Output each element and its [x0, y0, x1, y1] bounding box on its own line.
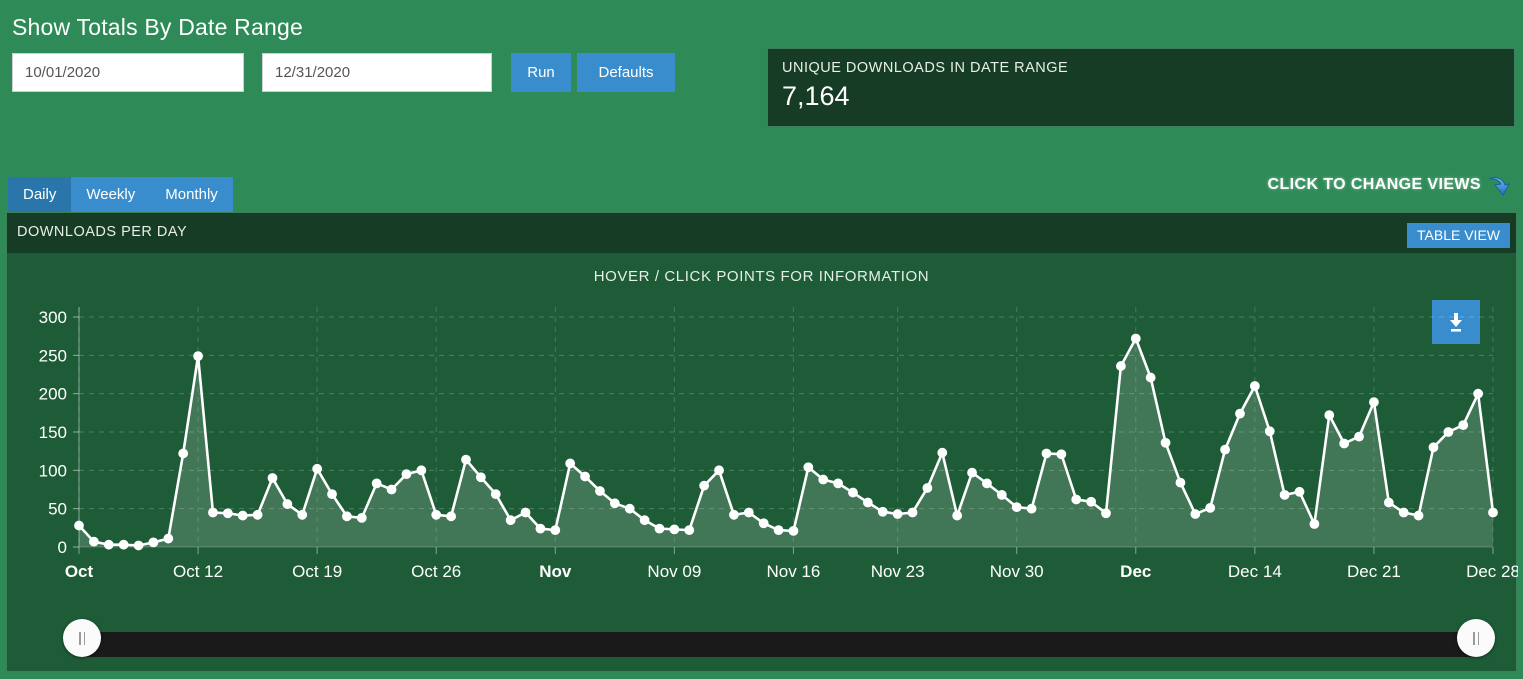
table-view-button[interactable]: TABLE VIEW: [1407, 223, 1510, 248]
svg-text:0: 0: [58, 538, 67, 557]
date-from-input[interactable]: [12, 53, 244, 92]
grip-line: [79, 632, 81, 645]
chart-range-slider[interactable]: [63, 619, 1495, 667]
defaults-button[interactable]: Defaults: [577, 53, 675, 92]
stat-card-label: UNIQUE DOWNLOADS IN DATE RANGE: [782, 60, 1068, 76]
svg-text:Dec 14: Dec 14: [1228, 562, 1282, 581]
downloads-per-day-chart[interactable]: 0 50 100 150 200 250 300 Oct Oct 12 Oct 19 Oct 26 N…: [7, 289, 1518, 629]
grip-line: [84, 632, 86, 645]
svg-text:250: 250: [39, 346, 67, 365]
curved-down-arrow-icon: [1485, 174, 1515, 202]
change-views-hint: CLICK TO CHANGE VIEWS: [1268, 176, 1481, 194]
tab-monthly[interactable]: Monthly: [150, 177, 233, 212]
svg-text:Dec 21: Dec 21: [1347, 562, 1401, 581]
svg-text:300: 300: [39, 308, 67, 327]
svg-text:Dec: Dec: [1120, 562, 1151, 581]
range-slider-handle-right[interactable]: [1457, 619, 1495, 657]
svg-text:Nov: Nov: [539, 562, 572, 581]
view-tab-bar: Daily Weekly Monthly: [8, 177, 233, 212]
chart-title: DOWNLOADS PER DAY: [17, 224, 187, 240]
run-button[interactable]: Run: [511, 53, 571, 92]
svg-text:200: 200: [39, 385, 67, 404]
chart-subtitle: HOVER / CLICK POINTS FOR INFORMATION: [7, 268, 1516, 285]
svg-text:Nov 16: Nov 16: [767, 562, 821, 581]
svg-text:100: 100: [39, 461, 67, 480]
chart-panel: DOWNLOADS PER DAY TABLE VIEW HOVER / CLI…: [6, 212, 1517, 672]
svg-text:150: 150: [39, 423, 67, 442]
svg-text:Nov 23: Nov 23: [871, 562, 925, 581]
date-to-input[interactable]: [262, 53, 492, 92]
svg-text:Dec 28: Dec 28: [1466, 562, 1518, 581]
svg-text:Oct: Oct: [65, 562, 94, 581]
unique-downloads-stat-card: UNIQUE DOWNLOADS IN DATE RANGE 7,164: [767, 48, 1515, 127]
range-slider-track[interactable]: [81, 632, 1477, 657]
svg-text:Oct 26: Oct 26: [411, 562, 461, 581]
tab-daily[interactable]: Daily: [8, 177, 71, 212]
svg-text:50: 50: [48, 500, 67, 519]
stat-card-value: 7,164: [782, 81, 850, 112]
svg-text:Oct 19: Oct 19: [292, 562, 342, 581]
range-slider-handle-left[interactable]: [63, 619, 101, 657]
svg-text:Nov 09: Nov 09: [647, 562, 701, 581]
tab-weekly[interactable]: Weekly: [71, 177, 150, 212]
chart-panel-header: DOWNLOADS PER DAY TABLE VIEW: [7, 213, 1516, 253]
date-range-controls: Show Totals By Date Range Run Defaults: [0, 0, 760, 140]
svg-text:Nov 30: Nov 30: [990, 562, 1044, 581]
grip-line: [1473, 632, 1475, 645]
svg-text:Oct 12: Oct 12: [173, 562, 223, 581]
page-title: Show Totals By Date Range: [12, 14, 303, 41]
grip-line: [1478, 632, 1480, 645]
